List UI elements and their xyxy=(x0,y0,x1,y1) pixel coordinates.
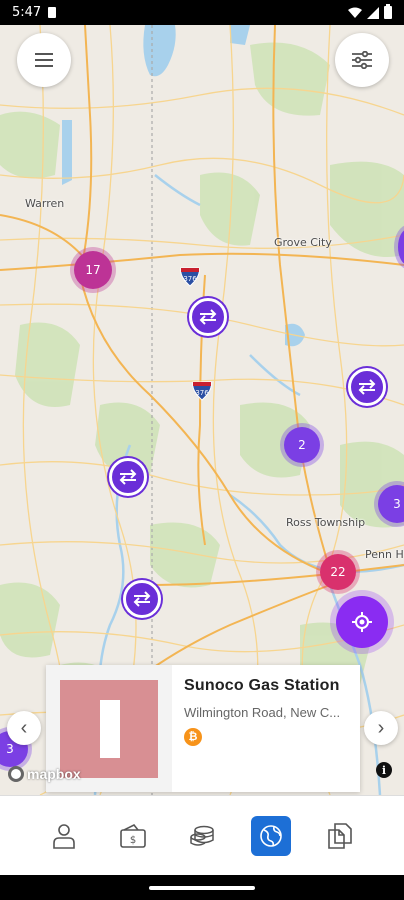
map-cluster[interactable]: 2 xyxy=(284,427,320,463)
globe-icon xyxy=(259,824,282,847)
status-time: 5:47 xyxy=(12,5,42,20)
bitcoin-icon: ₿ xyxy=(184,728,202,746)
attribution-info-button[interactable]: i xyxy=(376,762,392,778)
wallet-icon: $ xyxy=(120,823,146,848)
interstate-shield-icon: 376 xyxy=(180,267,200,287)
exchange-marker[interactable] xyxy=(348,368,386,406)
battery-icon xyxy=(384,4,392,19)
nav-documents[interactable] xyxy=(320,816,360,856)
exchange-marker[interactable] xyxy=(189,298,227,336)
signal-icon xyxy=(367,6,379,19)
swap-arrows-icon xyxy=(199,309,217,325)
sim-icon xyxy=(48,7,57,18)
chevron-right-icon: › xyxy=(377,716,385,739)
nav-profile[interactable] xyxy=(44,816,84,856)
locate-me-button[interactable] xyxy=(336,596,388,648)
nav-wallet[interactable]: $ xyxy=(113,816,153,856)
map-view[interactable]: Warren Grove City Ross Township Penn H 3… xyxy=(0,25,404,795)
gesture-bar xyxy=(0,875,404,900)
map-cluster[interactable]: 22 xyxy=(320,554,356,590)
interstate-shield-icon: 376 xyxy=(192,381,212,401)
station-card[interactable]: Sunoco Gas Station Wilmington Road, New … xyxy=(46,665,360,792)
previous-station-button[interactable]: ‹ xyxy=(7,711,41,745)
station-image-placeholder xyxy=(60,679,158,778)
svg-text:$: $ xyxy=(130,835,136,846)
exchange-marker[interactable] xyxy=(123,580,161,618)
place-label-penn-hills: Penn H xyxy=(365,548,404,561)
chevron-left-icon: ‹ xyxy=(20,716,28,739)
status-icons xyxy=(348,4,392,19)
mapbox-attribution: mapbox xyxy=(27,766,81,782)
menu-button[interactable] xyxy=(17,33,71,87)
svg-text:376: 376 xyxy=(183,275,197,283)
status-bar: 5:47 xyxy=(0,0,404,25)
place-label-warren: Warren xyxy=(25,197,65,210)
map-cluster[interactable]: 17 xyxy=(74,251,112,289)
place-label-ross-township: Ross Township xyxy=(286,516,366,529)
swap-arrows-icon xyxy=(133,591,151,607)
station-info: Sunoco Gas Station Wilmington Road, New … xyxy=(172,665,360,792)
hamburger-icon xyxy=(35,53,53,67)
place-label-grove-city: Grove City xyxy=(274,236,332,249)
bottom-nav: $ xyxy=(0,795,404,875)
home-indicator[interactable] xyxy=(149,886,255,890)
nav-map[interactable] xyxy=(250,815,291,856)
sliders-icon xyxy=(352,51,372,69)
station-name: Sunoco Gas Station xyxy=(184,677,340,694)
wifi-icon xyxy=(348,7,362,18)
swap-arrows-icon xyxy=(119,469,137,485)
mapbox-logo-icon xyxy=(8,766,24,782)
user-icon xyxy=(53,823,76,849)
svg-text:376: 376 xyxy=(195,389,209,397)
mapbox-logo[interactable]: mapbox xyxy=(8,766,81,782)
filter-button[interactable] xyxy=(335,33,389,87)
exchange-marker[interactable] xyxy=(109,458,147,496)
next-station-button[interactable]: › xyxy=(364,711,398,745)
swap-arrows-icon xyxy=(358,379,376,395)
coins-icon xyxy=(190,825,214,846)
crosshair-icon xyxy=(352,612,372,632)
station-address: Wilmington Road, New C... xyxy=(184,705,341,720)
documents-icon xyxy=(327,822,352,849)
nav-coins[interactable] xyxy=(182,816,222,856)
